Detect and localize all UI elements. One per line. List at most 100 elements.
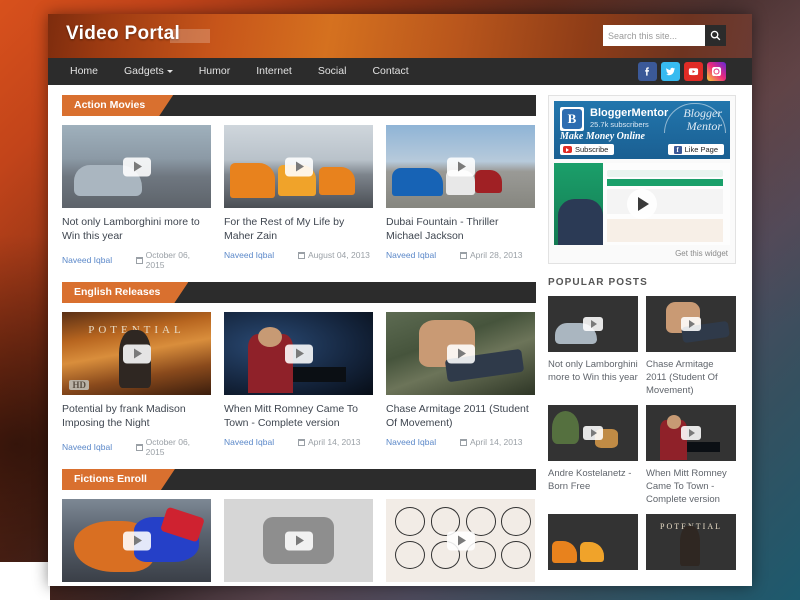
main-column: Action Movies Not only Lamborghini more … bbox=[62, 95, 536, 586]
widget-video-preview[interactable] bbox=[554, 163, 730, 245]
post-card: POTENTIALHD Potential by frank Madison I… bbox=[62, 312, 211, 457]
popular-post-thumbnail[interactable]: POTENTIAL bbox=[646, 514, 736, 570]
post-date-text: October 06, 2015 bbox=[145, 250, 191, 270]
popular-post-thumbnail[interactable] bbox=[548, 514, 638, 570]
post-title[interactable]: Potential by frank Madison Imposing the … bbox=[62, 402, 211, 430]
post-author[interactable]: Naveed Iqbal bbox=[62, 442, 136, 452]
post-thumbnail[interactable]: POTENTIALHD bbox=[62, 312, 211, 395]
subscriber-count: 25.7k subscribers bbox=[590, 120, 649, 129]
search-input[interactable] bbox=[603, 25, 705, 46]
brand-script: Blogger Mentor bbox=[683, 107, 722, 133]
popular-post-title[interactable]: Chase Armitage 2011 (Student Of Movement… bbox=[646, 358, 736, 397]
post-card: Not only Lamborghini more to Win this ye… bbox=[62, 125, 211, 270]
popular-posts-heading: POPULAR POSTS bbox=[548, 277, 648, 288]
post-thumbnail[interactable] bbox=[386, 499, 535, 582]
play-icon bbox=[122, 344, 151, 363]
main-navigation: Home Gadgets Humor Internet Social Conta… bbox=[48, 58, 752, 85]
post-date: October 06, 2015 bbox=[135, 250, 211, 270]
post-card: When Mitt Romney Came To Town - Complete… bbox=[224, 312, 373, 457]
subscribe-button[interactable]: Subscribe bbox=[560, 144, 615, 155]
post-thumbnail[interactable] bbox=[62, 125, 211, 208]
post-card bbox=[224, 499, 373, 582]
popular-post-item: When Mitt Romney Came To Town - Complete… bbox=[646, 405, 736, 506]
background-white-strip bbox=[0, 562, 50, 600]
popular-posts-grid: Not only Lamborghini more to Win this ye… bbox=[548, 296, 736, 570]
popular-post-title[interactable]: When Mitt Romney Came To Town - Complete… bbox=[646, 467, 736, 506]
post-meta: Naveed Iqbal October 06, 2015 bbox=[62, 250, 211, 270]
calendar-icon bbox=[298, 438, 305, 446]
facebook-link[interactable] bbox=[638, 62, 657, 81]
chevron-down-icon bbox=[166, 69, 173, 73]
nav-label: Contact bbox=[372, 65, 409, 77]
popular-post-title[interactable]: Not only Lamborghini more to Win this ye… bbox=[548, 358, 638, 384]
popular-post-thumbnail[interactable] bbox=[548, 405, 638, 461]
post-thumbnail[interactable] bbox=[224, 499, 373, 582]
get-widget-link[interactable]: Get this widget bbox=[554, 245, 730, 258]
post-thumbnail[interactable] bbox=[224, 312, 373, 395]
post-card: Chase Armitage 2011 (Student Of Movement… bbox=[386, 312, 535, 457]
post-author[interactable]: Naveed Iqbal bbox=[386, 437, 460, 447]
channel-name: BloggerMentor bbox=[590, 107, 669, 119]
post-grid bbox=[62, 499, 536, 582]
search-icon bbox=[710, 30, 721, 41]
twitter-link[interactable] bbox=[661, 62, 680, 81]
section-title: English Releases bbox=[62, 282, 188, 303]
nav-label: Humor bbox=[198, 65, 231, 77]
play-icon bbox=[446, 157, 475, 176]
post-thumbnail[interactable] bbox=[386, 312, 535, 395]
post-meta: Naveed Iqbal April 28, 2013 bbox=[386, 250, 535, 260]
calendar-icon bbox=[135, 443, 143, 451]
play-icon bbox=[583, 426, 603, 440]
popular-post-thumbnail[interactable] bbox=[646, 405, 736, 461]
post-title[interactable]: When Mitt Romney Came To Town - Complete… bbox=[224, 402, 373, 430]
blogger-mentor-widget: Blogger Mentor B BloggerMentor 25.7k sub… bbox=[548, 95, 736, 264]
popular-post-thumbnail[interactable] bbox=[548, 296, 638, 352]
nav-label: Internet bbox=[256, 65, 292, 77]
post-author[interactable]: Naveed Iqbal bbox=[386, 250, 460, 260]
post-thumbnail[interactable] bbox=[224, 125, 373, 208]
play-icon bbox=[122, 531, 151, 550]
post-title[interactable]: For the Rest of My Life by Maher Zain bbox=[224, 215, 373, 243]
youtube-icon bbox=[563, 146, 572, 153]
post-date-text: April 28, 2013 bbox=[470, 250, 523, 260]
post-author[interactable]: Naveed Iqbal bbox=[224, 250, 298, 260]
youtube-link[interactable] bbox=[684, 62, 703, 81]
like-page-button[interactable]: f Like Page bbox=[667, 144, 724, 155]
nav-item-contact[interactable]: Contact bbox=[359, 58, 421, 85]
video-bottom-cards bbox=[606, 218, 723, 242]
nav-label: Social bbox=[317, 65, 347, 77]
nav-item-internet[interactable]: Internet bbox=[243, 58, 305, 85]
post-author[interactable]: Naveed Iqbal bbox=[62, 255, 136, 265]
post-date-text: April 14, 2013 bbox=[308, 437, 361, 447]
nav-label: Gadgets bbox=[124, 65, 164, 77]
post-title[interactable]: Not only Lamborghini more to Win this ye… bbox=[62, 215, 211, 243]
post-thumbnail[interactable] bbox=[386, 125, 535, 208]
popular-post-thumbnail[interactable] bbox=[646, 296, 736, 352]
nav-item-humor[interactable]: Humor bbox=[186, 58, 244, 85]
nav-item-home[interactable]: Home bbox=[48, 58, 111, 85]
popular-post-item: Chase Armitage 2011 (Student Of Movement… bbox=[646, 296, 736, 397]
youtube-icon bbox=[688, 68, 699, 76]
nav-item-social[interactable]: Social bbox=[305, 58, 360, 85]
play-icon bbox=[583, 317, 603, 331]
post-thumbnail[interactable] bbox=[62, 499, 211, 582]
section-header: Fictions Enroll bbox=[62, 469, 536, 490]
popular-post-title[interactable]: Andre Kostelanetz - Born Free bbox=[548, 467, 638, 493]
play-icon bbox=[627, 189, 657, 219]
play-icon bbox=[681, 426, 701, 440]
like-label: Like Page bbox=[684, 145, 718, 154]
post-card bbox=[386, 499, 535, 582]
social-links bbox=[638, 62, 726, 81]
instagram-link[interactable] bbox=[707, 62, 726, 81]
post-date: April 28, 2013 bbox=[460, 250, 522, 260]
play-icon bbox=[681, 317, 701, 331]
search-button[interactable] bbox=[705, 25, 726, 46]
post-title[interactable]: Dubai Fountain - Thriller Michael Jackso… bbox=[386, 215, 535, 243]
calendar-icon bbox=[298, 251, 305, 259]
play-icon bbox=[446, 344, 475, 363]
section-fictions-enroll: Fictions Enroll bbox=[62, 469, 536, 582]
post-author[interactable]: Naveed Iqbal bbox=[224, 437, 298, 447]
nav-item-gadgets[interactable]: Gadgets bbox=[111, 58, 186, 85]
popular-post-item bbox=[548, 514, 638, 570]
post-title[interactable]: Chase Armitage 2011 (Student Of Movement… bbox=[386, 402, 535, 430]
